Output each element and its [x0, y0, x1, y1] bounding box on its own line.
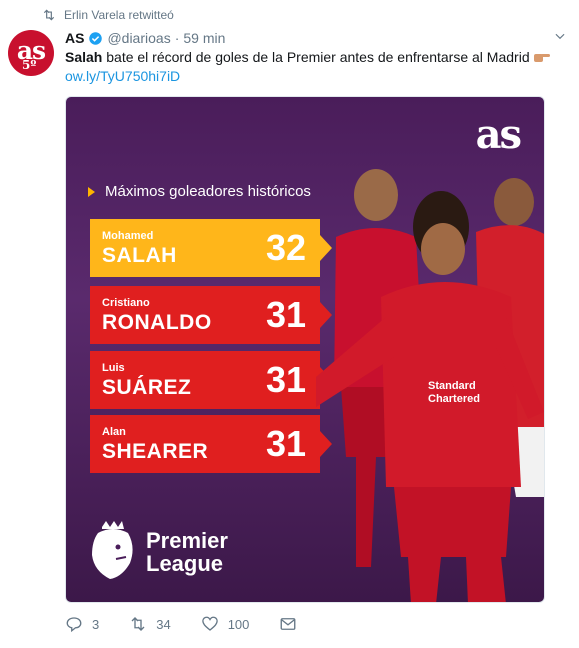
tweet-bold-word: Salah: [65, 49, 103, 65]
display-name[interactable]: AS: [65, 30, 84, 46]
player-first-name: Luis: [102, 362, 125, 374]
like-count: 100: [227, 616, 250, 632]
league-line-2: League: [146, 551, 224, 576]
tweet-text: Salah bate el récord de goles de la Prem…: [65, 48, 565, 66]
player-last-name: SUÁREZ: [102, 376, 192, 399]
heart-icon: [201, 616, 218, 631]
player-goals: 31: [265, 359, 306, 400]
player-goals: 31: [265, 294, 306, 335]
pointing-hand-emoji-icon: [533, 54, 550, 62]
tweet-actions: 3 34 100: [65, 615, 327, 633]
retweet-button[interactable]: 34: [129, 615, 171, 633]
avatar[interactable]: as 5º: [8, 30, 54, 76]
reply-button[interactable]: 3: [65, 615, 99, 633]
ranking-row: Alan SHEARER 31: [90, 415, 332, 473]
retweet-count: 34: [156, 616, 171, 632]
retweet-icon: [43, 9, 55, 21]
premier-league-wordmark: Premier League: [146, 529, 228, 575]
verified-badge-icon: [89, 31, 103, 45]
league-line-1: Premier: [146, 528, 228, 553]
timestamp[interactable]: 59 min: [183, 30, 225, 46]
player-first-name: Mohamed: [102, 230, 154, 242]
separator: ·: [174, 30, 180, 46]
ranking-row: Luis SUÁREZ 31: [90, 351, 332, 409]
premier-league-lion-icon: [92, 521, 133, 579]
player-goals: 32: [265, 227, 306, 268]
ranking-row: Mohamed SALAH 32: [90, 219, 332, 277]
player-first-name: Cristiano: [102, 297, 150, 309]
tweet-header: AS @diarioas · 59 min: [65, 29, 225, 47]
tweet-body: bate el récord de goles de la Premier an…: [102, 49, 530, 65]
heading-text: Máximos goleadores históricos: [105, 183, 311, 200]
reply-count: 3: [92, 616, 100, 632]
player-last-name: SHEARER: [102, 440, 209, 463]
message-button[interactable]: [279, 615, 297, 633]
retweeted-by-label[interactable]: Erlin Varela retwitteó: [64, 8, 174, 22]
tweet-link[interactable]: ow.ly/TyU750hi7iD: [65, 67, 180, 85]
chevron-down-icon[interactable]: [553, 29, 567, 43]
players-photo: Standard Chartered: [316, 169, 544, 602]
sponsor-text: Standard: [428, 380, 476, 392]
player-last-name: RONALDO: [102, 311, 212, 334]
ranking-row: Cristiano RONALDO 31: [90, 286, 332, 344]
envelope-icon: [280, 618, 296, 630]
like-button[interactable]: 100: [201, 615, 250, 633]
reply-icon: [66, 617, 82, 633]
handle[interactable]: @diarioas: [107, 30, 170, 46]
player-last-name: SALAH: [102, 244, 177, 267]
triangle-bullet-icon: [88, 186, 95, 197]
anniversary-badge-icon: 5º: [22, 58, 37, 72]
player-goals: 31: [265, 423, 306, 464]
retweet-context: Erlin Varela retwitteó: [42, 7, 174, 23]
tweet-image[interactable]: as Máximos goleadores históricos Mohamed…: [65, 96, 545, 603]
player-first-name: Alan: [102, 426, 126, 438]
as-brand-logo: as: [475, 111, 522, 158]
retweet-icon: [131, 617, 145, 631]
infographic-heading: Máximos goleadores históricos: [88, 183, 311, 200]
sponsor-text: Chartered: [428, 393, 480, 405]
